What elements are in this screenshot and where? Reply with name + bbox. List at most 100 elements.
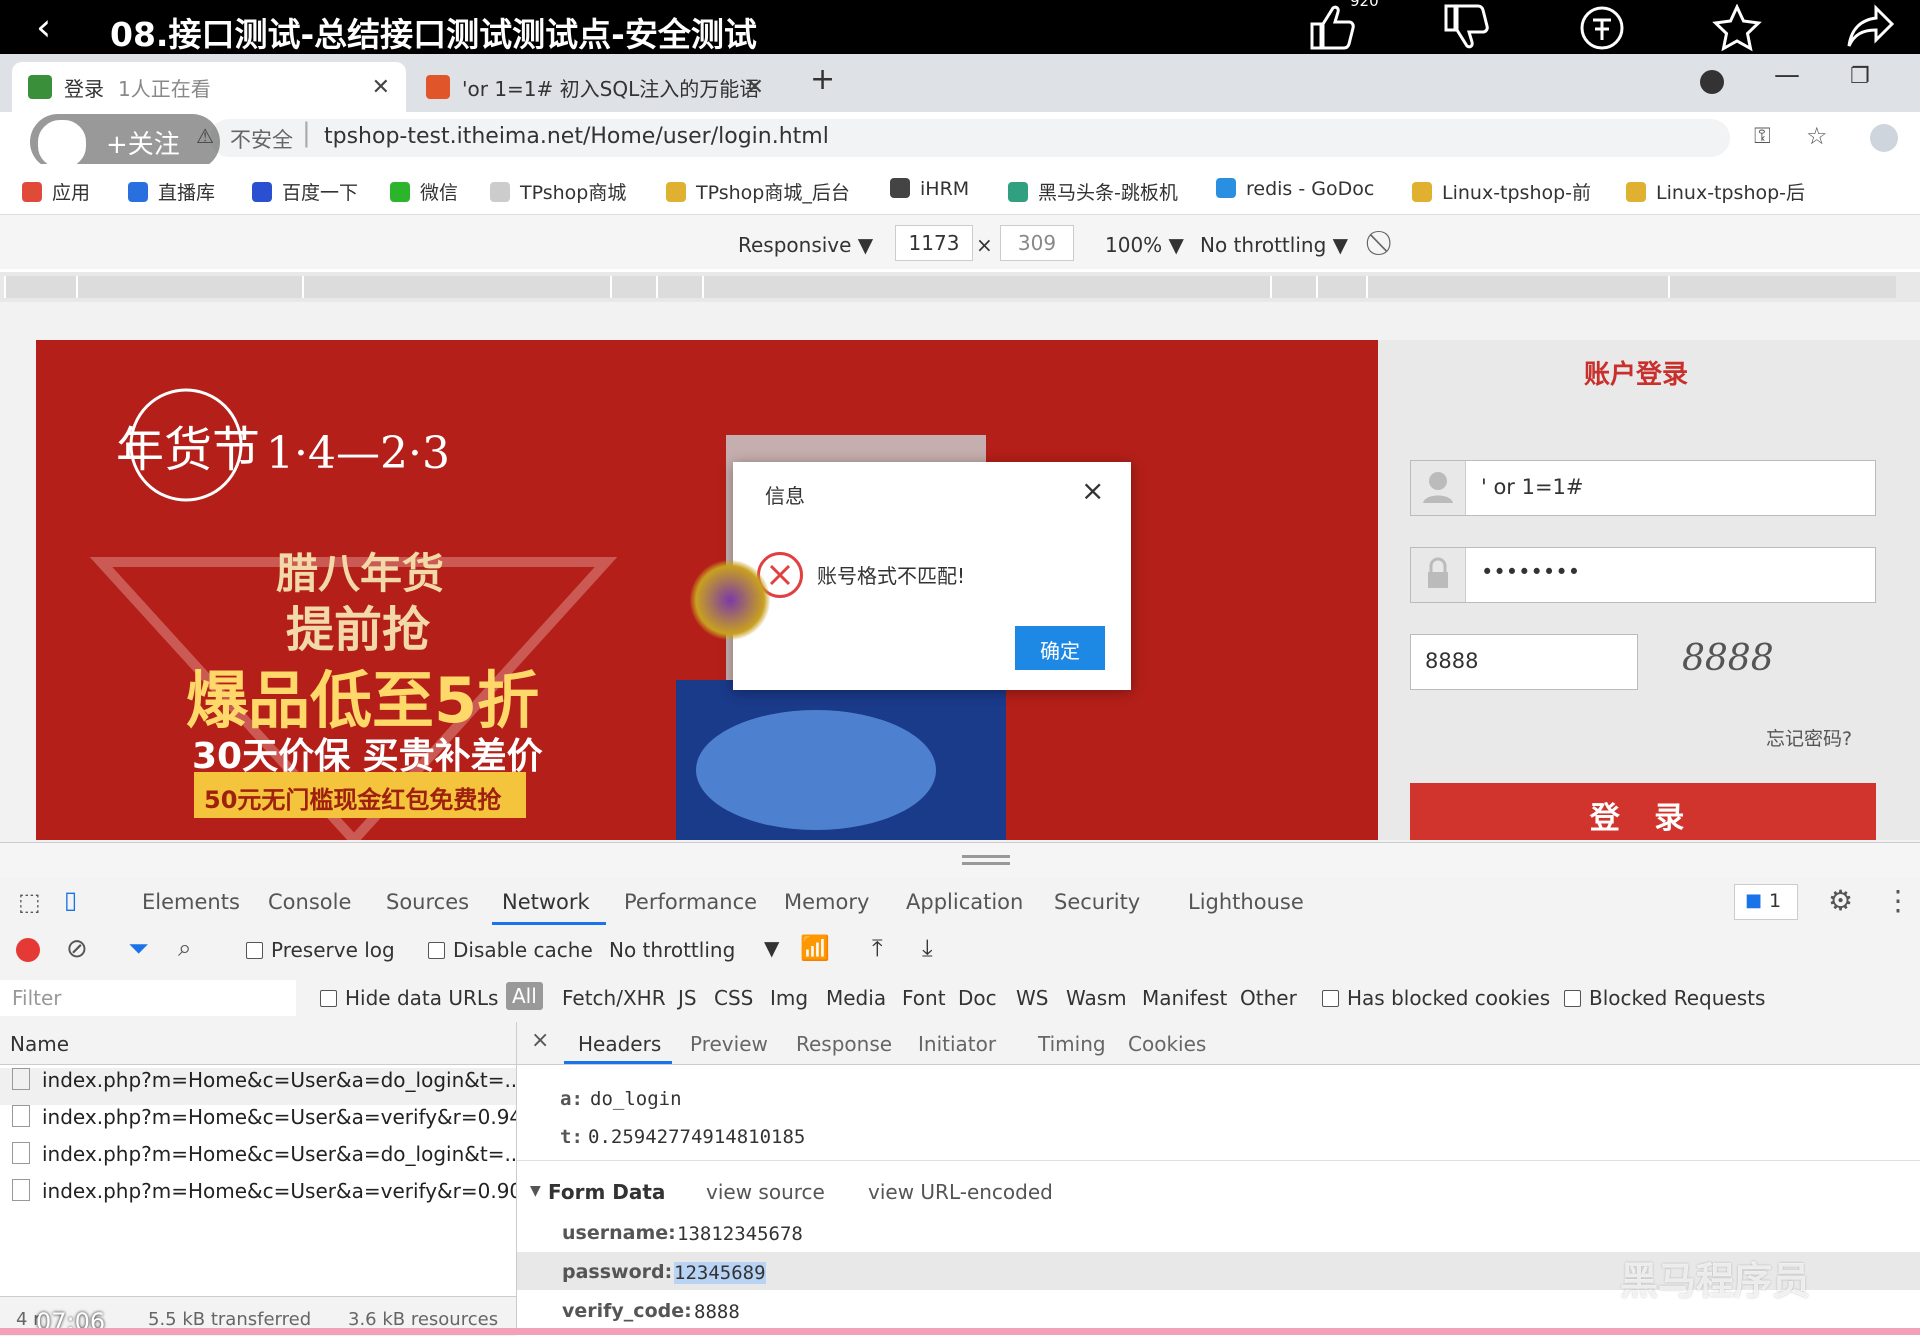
record-icon[interactable] [16, 938, 40, 962]
dialog-ok-button[interactable]: 确定 [1015, 626, 1105, 670]
issues-badge[interactable]: ■ 1 [1734, 884, 1798, 920]
url-text[interactable]: tpshop-test.itheima.net/Home/user/login.… [324, 124, 829, 149]
back-arrow-icon[interactable]: ‹ [36, 5, 51, 49]
like-icon[interactable] [1308, 4, 1358, 60]
follow-button[interactable]: +关注 [106, 124, 180, 161]
detail-tab-preview[interactable]: Preview [690, 1032, 768, 1056]
bookmark-1[interactable]: 直播库 [128, 178, 215, 205]
view-url-encoded-link[interactable]: view URL-encoded [868, 1180, 1053, 1204]
dialog-close-icon[interactable]: × [1081, 474, 1104, 507]
tab-close-icon[interactable]: ✕ [372, 75, 390, 100]
share-icon[interactable] [1846, 4, 1896, 60]
settings-gear-icon[interactable]: ⚙ [1828, 884, 1853, 917]
video-progress-bar[interactable] [0, 1328, 1920, 1335]
throttle-dropdown-icon[interactable]: ▼ [764, 936, 779, 960]
filter-type-img[interactable]: Img [770, 986, 808, 1010]
has-blocked-cookies-checkbox[interactable]: Has blocked cookies [1322, 986, 1550, 1010]
request-row[interactable]: index.php?m=Home&c=User&a=do_login&t=... [0, 1068, 516, 1105]
devtools-tab-performance[interactable]: Performance [624, 890, 757, 914]
devtools-tab-lighthouse[interactable]: Lighthouse [1188, 890, 1304, 914]
detail-tab-timing[interactable]: Timing [1038, 1032, 1106, 1056]
filter-type-manifest[interactable]: Manifest [1142, 986, 1227, 1010]
inspect-element-icon[interactable]: ⬚ [18, 888, 41, 916]
bookmark-5[interactable]: TPshop商城_后台 [666, 178, 850, 205]
bookmark-9[interactable]: Linux-tpshop-前 [1412, 178, 1591, 205]
width-input[interactable]: 1173 [895, 225, 973, 261]
password-field[interactable]: •••••••• [1410, 547, 1876, 603]
detail-tab-headers[interactable]: Headers [578, 1032, 661, 1056]
request-row[interactable]: index.php?m=Home&c=User&a=verify&r=0.94.… [0, 1105, 516, 1142]
view-source-link[interactable]: view source [706, 1180, 825, 1204]
bookmark-0[interactable]: 应用 [22, 178, 90, 205]
devtools-resize-handle[interactable] [0, 842, 1920, 879]
filter-funnel-icon[interactable]: ⏷ [128, 934, 149, 965]
bookmark-4[interactable]: TPshop商城 [490, 178, 626, 205]
detail-tab-cookies[interactable]: Cookies [1128, 1032, 1206, 1056]
search-icon[interactable]: ⌕ [178, 934, 191, 962]
name-column-header[interactable]: Name [0, 1022, 516, 1065]
more-menu-icon[interactable]: ⋮ [1884, 884, 1912, 917]
bookmark-3[interactable]: 微信 [390, 178, 458, 205]
bookmark-10[interactable]: Linux-tpshop-后 [1626, 178, 1805, 205]
filter-type-all[interactable]: All [506, 982, 543, 1010]
collapse-triangle-icon[interactable]: ▼ [530, 1183, 541, 1199]
zoom-select[interactable]: 100% ▼ [1105, 233, 1184, 257]
filter-input[interactable]: Filter [0, 980, 296, 1016]
height-input[interactable]: 309 [1000, 225, 1074, 261]
disable-cache-checkbox[interactable]: Disable cache [428, 938, 593, 962]
profile-dropdown-icon[interactable] [1700, 70, 1724, 94]
account-avatar-icon[interactable] [1870, 124, 1898, 152]
devtools-tab-security[interactable]: Security [1054, 890, 1140, 914]
devtools-tab-elements[interactable]: Elements [142, 890, 240, 914]
new-tab-icon[interactable]: + [810, 62, 835, 97]
bookmark-2[interactable]: 百度一下 [252, 178, 358, 205]
filter-type-media[interactable]: Media [826, 986, 886, 1010]
request-row[interactable]: index.php?m=Home&c=User&a=do_login&t=... [0, 1142, 516, 1179]
blocked-requests-checkbox[interactable]: Blocked Requests [1564, 986, 1765, 1010]
filter-type-wasm[interactable]: Wasm [1066, 986, 1127, 1010]
bookmark-star-icon[interactable]: ☆ [1806, 122, 1828, 150]
forgot-password-link[interactable]: 忘记密码? [1766, 724, 1852, 751]
follow-overlay[interactable]: +关注 [30, 114, 220, 170]
close-detail-icon[interactable]: × [531, 1028, 549, 1053]
login-submit-button[interactable]: 登 录 [1410, 783, 1876, 840]
filter-type-css[interactable]: CSS [714, 986, 753, 1010]
clear-icon[interactable]: ⊘ [66, 934, 88, 964]
dislike-icon[interactable] [1442, 4, 1492, 60]
devtools-tab-application[interactable]: Application [906, 890, 1023, 914]
username-field[interactable]: ' or 1=1# [1410, 460, 1876, 516]
tab-close-icon[interactable]: ✕ [746, 75, 764, 100]
detail-tab-initiator[interactable]: Initiator [918, 1032, 996, 1056]
filter-type-fetch-xhr[interactable]: Fetch/XHR [562, 986, 666, 1010]
devtools-tab-console[interactable]: Console [268, 890, 351, 914]
filter-type-js[interactable]: JS [678, 986, 697, 1010]
detail-tab-response[interactable]: Response [796, 1032, 892, 1056]
warning-icon[interactable]: ⚠ [196, 124, 214, 148]
device-mode-select[interactable]: Responsive ▼ [738, 233, 873, 257]
bookmark-8[interactable]: redis - GoDoc [1216, 178, 1374, 200]
hide-data-urls-checkbox[interactable]: Hide data URLs [320, 986, 498, 1010]
verify-code-field[interactable]: 8888 [1410, 634, 1638, 690]
restore-icon[interactable]: ❐ [1850, 64, 1870, 89]
filter-type-doc[interactable]: Doc [958, 986, 997, 1010]
devtools-tab-sources[interactable]: Sources [386, 890, 469, 914]
import-har-icon[interactable]: ⤒ [872, 934, 883, 962]
filter-type-ws[interactable]: WS [1016, 986, 1048, 1010]
bookmark-7[interactable]: 黑马头条-跳板机 [1008, 178, 1178, 205]
preserve-log-checkbox[interactable]: Preserve log [246, 938, 395, 962]
form-data-title[interactable]: Form Data [548, 1180, 665, 1204]
network-conditions-icon[interactable]: 📶 [800, 934, 830, 962]
filter-type-other[interactable]: Other [1240, 986, 1297, 1010]
export-har-icon[interactable]: ⤓ [922, 934, 933, 962]
network-throttling-select[interactable]: No throttling [609, 938, 735, 962]
tab-sql-injection[interactable]: 'or 1=1# 初入SQL注入的万能语 ✕ [410, 62, 780, 112]
devtools-tab-memory[interactable]: Memory [784, 890, 869, 914]
devtools-tab-network[interactable]: Network [502, 890, 590, 914]
captcha-image[interactable]: 8888 [1674, 630, 1824, 690]
filter-type-font[interactable]: Font [902, 986, 946, 1010]
bookmark-6[interactable]: iHRM [890, 178, 969, 200]
tab-login[interactable]: 登录 1人正在看 ✕ [12, 62, 406, 112]
request-row[interactable]: index.php?m=Home&c=User&a=verify&r=0.90.… [0, 1179, 516, 1216]
throttling-select[interactable]: No throttling ▼ [1200, 233, 1348, 257]
minimize-icon[interactable]: — [1774, 60, 1800, 90]
